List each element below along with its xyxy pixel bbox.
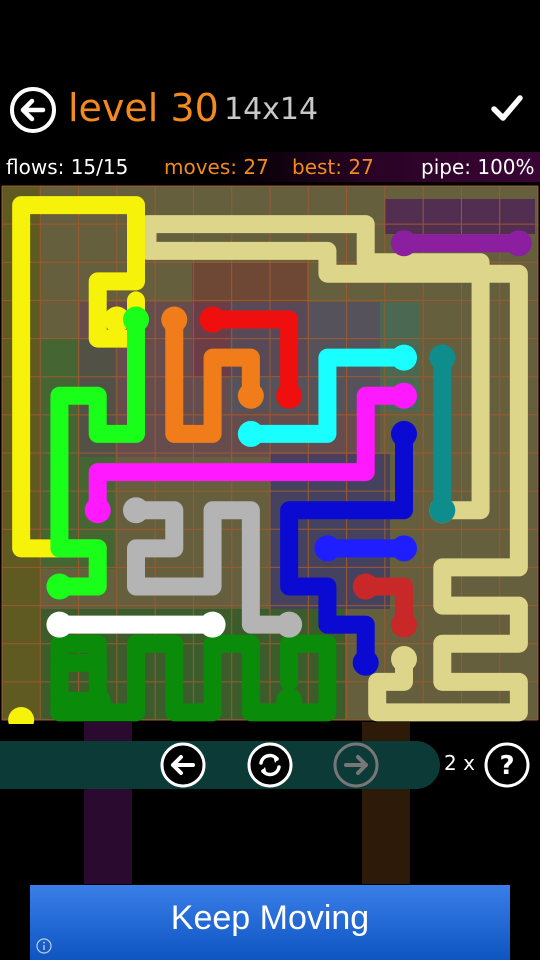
dot-green[interactable] [46, 573, 73, 600]
flows-count: flows: 15/15 [6, 155, 129, 179]
dot-orange[interactable] [237, 382, 264, 409]
moves-count: moves: 27 [164, 155, 269, 179]
dot-darkred[interactable] [352, 573, 379, 600]
info-icon[interactable] [36, 938, 52, 954]
hint-icon[interactable]: ? [484, 742, 530, 788]
next-level-icon[interactable] [333, 742, 379, 788]
dot-gray[interactable] [123, 497, 149, 524]
previous-level-icon[interactable] [160, 742, 206, 788]
dot-red[interactable] [276, 382, 303, 409]
dot-darkgreen[interactable] [276, 687, 303, 714]
stats-bar: flows: 15/15 moves: 27 best: 27 pipe: 10… [0, 152, 540, 182]
dot-red[interactable] [199, 306, 226, 333]
dot-darkgreen[interactable] [84, 687, 111, 714]
best-count: best: 27 [292, 155, 374, 179]
dot-blue[interactable] [391, 420, 417, 447]
dot-beige[interactable] [391, 645, 417, 672]
restart-icon[interactable] [247, 742, 293, 788]
top-bar: level 30 14x14 [0, 70, 540, 150]
dot-orange[interactable] [161, 306, 188, 333]
dot-green[interactable] [123, 306, 149, 333]
dot-cyan[interactable] [237, 420, 264, 447]
game-board[interactable] [0, 184, 540, 724]
dot-purple[interactable] [391, 230, 417, 257]
level-title: level 30 [68, 86, 219, 130]
dot-magenta[interactable] [84, 497, 111, 524]
dot-gray[interactable] [276, 611, 303, 638]
grid-size-label: 14x14 [224, 92, 319, 127]
ad-banner[interactable]: Keep Moving [30, 885, 510, 960]
bottom-controls: 2 x ? [0, 740, 540, 790]
dot-teal[interactable] [429, 497, 456, 524]
dot-darkred[interactable] [391, 611, 417, 638]
dot-white[interactable] [199, 611, 226, 638]
ad-text: Keep Moving [170, 899, 370, 937]
pipe-percent: pipe: 100% [421, 155, 535, 179]
dot-white[interactable] [46, 611, 73, 638]
checkmark-icon[interactable] [490, 92, 524, 126]
dot-blue[interactable] [352, 649, 379, 676]
dot-magenta[interactable] [391, 382, 417, 409]
dot-cyan[interactable] [391, 344, 417, 371]
dot-purple[interactable] [505, 230, 532, 257]
dot-blue2[interactable] [314, 535, 341, 562]
svg-text:?: ? [499, 751, 514, 781]
dot-teal[interactable] [429, 344, 456, 371]
dot-blue2[interactable] [391, 535, 417, 562]
hint-count: 2 x [444, 751, 475, 775]
back-arrow-icon[interactable] [9, 86, 57, 134]
